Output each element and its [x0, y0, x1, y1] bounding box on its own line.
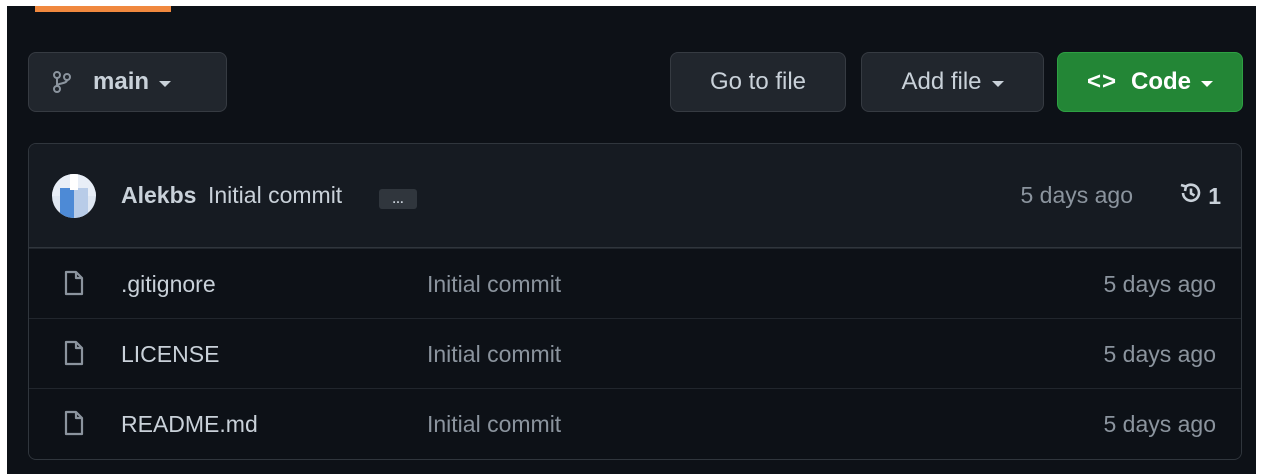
- file-time: 5 days ago: [1103, 341, 1216, 367]
- file-commit-message[interactable]: Initial commit: [427, 411, 561, 438]
- file-name[interactable]: LICENSE: [121, 341, 219, 368]
- go-to-file-label: Go to file: [709, 68, 807, 95]
- commit-time: 5 days ago: [1020, 182, 1133, 208]
- file-time: 5 days ago: [1103, 271, 1216, 297]
- expand-commit-button[interactable]: …: [379, 189, 417, 209]
- file-time: 5 days ago: [1103, 411, 1216, 437]
- code-label: Code: [1131, 68, 1192, 95]
- history-count: 1: [1208, 182, 1221, 209]
- file-name[interactable]: .gitignore: [121, 271, 216, 298]
- add-file-label: Add file: [901, 68, 982, 95]
- file-icon: [63, 270, 85, 301]
- chevron-down-icon: [991, 80, 1004, 87]
- file-commit-message[interactable]: Initial commit: [427, 271, 561, 298]
- add-file-button[interactable]: Add file: [861, 52, 1044, 112]
- latest-commit-bar: Alekbs Initial commit … 5 days ago 1: [29, 144, 1241, 248]
- file-row: LICENSE Initial commit 5 days ago: [29, 318, 1241, 388]
- file-row: .gitignore Initial commit 5 days ago: [29, 248, 1241, 318]
- commit-author[interactable]: Alekbs: [121, 182, 196, 209]
- commit-history-link[interactable]: 1: [1178, 180, 1221, 212]
- code-icon: <>: [1086, 68, 1118, 95]
- chevron-down-icon: [159, 80, 172, 87]
- file-icon: [63, 410, 85, 441]
- chevron-down-icon: [1201, 80, 1214, 87]
- avatar[interactable]: [52, 174, 96, 218]
- file-row: README.md Initial commit 5 days ago: [29, 388, 1241, 458]
- history-icon: [1178, 180, 1204, 212]
- repo-toolbar: main Go to file Add file <> Code: [7, 6, 1256, 126]
- commit-message[interactable]: Initial commit: [208, 182, 342, 209]
- branch-selector-button[interactable]: main: [28, 52, 227, 112]
- repo-file-browser: main Go to file Add file <> Code Alekbs …: [7, 6, 1256, 474]
- code-button[interactable]: <> Code: [1057, 52, 1243, 112]
- file-commit-message[interactable]: Initial commit: [427, 341, 561, 368]
- file-list: Alekbs Initial commit … 5 days ago 1 .gi…: [28, 143, 1242, 460]
- file-name[interactable]: README.md: [121, 411, 258, 438]
- go-to-file-button[interactable]: Go to file: [670, 52, 846, 112]
- branch-name: main: [93, 68, 150, 95]
- file-icon: [63, 340, 85, 371]
- git-branch-icon: [53, 71, 71, 93]
